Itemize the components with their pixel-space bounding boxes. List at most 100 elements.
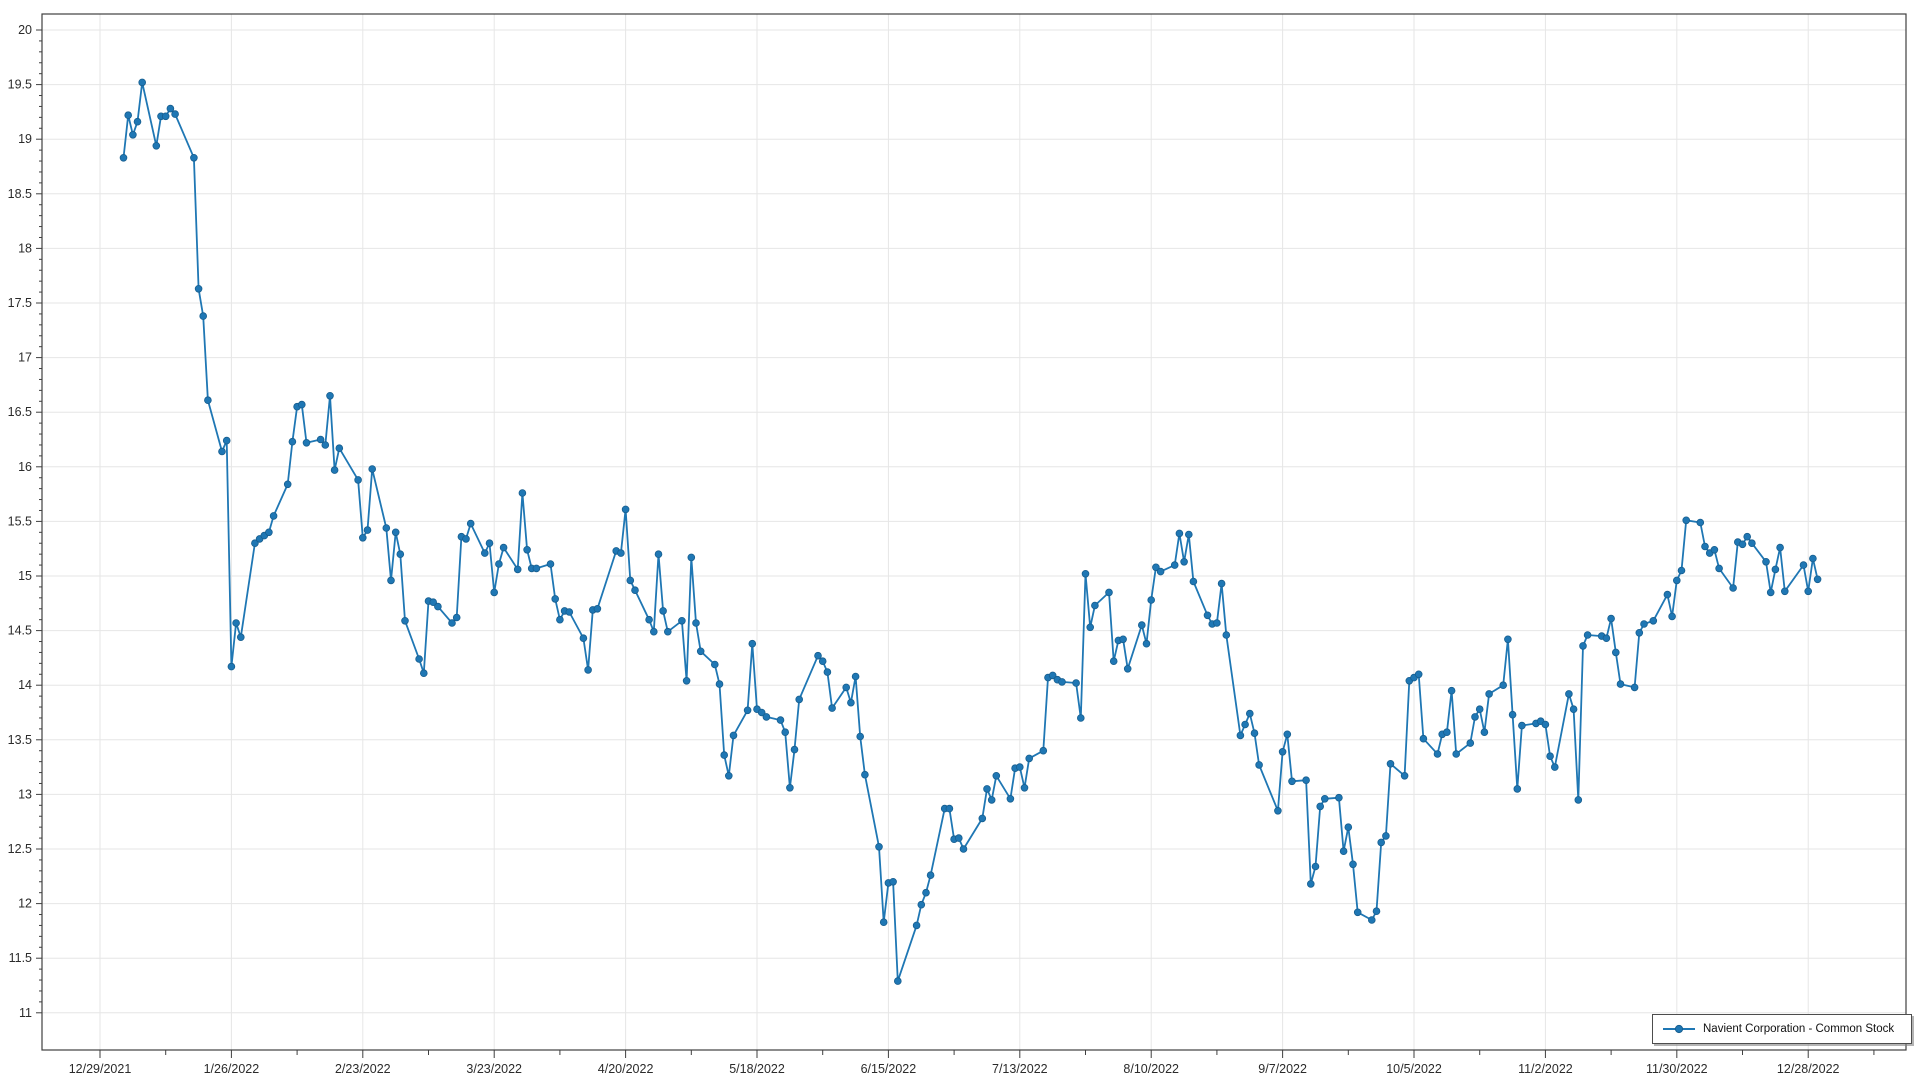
data-point-marker bbox=[162, 113, 169, 120]
data-point-marker bbox=[1683, 517, 1690, 524]
x-tick-label: 12/28/2022 bbox=[1777, 1062, 1840, 1076]
data-point-marker bbox=[923, 889, 930, 896]
data-point-marker bbox=[1401, 772, 1408, 779]
data-point-marker bbox=[1312, 863, 1319, 870]
data-point-marker bbox=[1434, 751, 1441, 758]
x-tick-label: 7/13/2022 bbox=[992, 1062, 1048, 1076]
y-tick-label: 15 bbox=[18, 569, 32, 583]
data-point-marker bbox=[496, 561, 503, 568]
data-point-marker bbox=[796, 696, 803, 703]
data-point-marker bbox=[1763, 558, 1770, 565]
y-tick-label: 19 bbox=[18, 132, 32, 146]
data-point-marker bbox=[1383, 833, 1390, 840]
data-point-marker bbox=[824, 669, 831, 676]
data-point-marker bbox=[791, 746, 798, 753]
data-point-marker bbox=[205, 397, 212, 404]
data-point-marker bbox=[1805, 588, 1812, 595]
data-point-marker bbox=[1190, 578, 1197, 585]
data-point-marker bbox=[1218, 580, 1225, 587]
data-point-marker bbox=[1021, 784, 1028, 791]
data-point-marker bbox=[397, 551, 404, 558]
data-point-marker bbox=[1242, 721, 1249, 728]
data-point-marker bbox=[1739, 541, 1746, 548]
y-tick-label: 16.5 bbox=[8, 405, 32, 419]
data-point-marker bbox=[134, 118, 141, 125]
data-point-marker bbox=[369, 466, 376, 473]
data-point-marker bbox=[787, 784, 794, 791]
data-point-marker bbox=[237, 634, 244, 641]
data-point-marker bbox=[1612, 649, 1619, 656]
data-point-marker bbox=[153, 142, 160, 149]
data-point-marker bbox=[317, 436, 324, 443]
data-point-marker bbox=[392, 529, 399, 536]
data-point-marker bbox=[1148, 597, 1155, 604]
data-point-marker bbox=[843, 684, 850, 691]
data-point-marker bbox=[200, 313, 207, 320]
data-point-marker bbox=[815, 652, 822, 659]
data-point-marker bbox=[1275, 807, 1282, 814]
data-point-marker bbox=[1486, 691, 1493, 698]
data-point-marker bbox=[120, 154, 127, 161]
data-point-marker bbox=[1124, 665, 1131, 672]
y-tick-label: 19.5 bbox=[8, 78, 32, 92]
data-point-marker bbox=[876, 843, 883, 850]
y-tick-label: 12.5 bbox=[8, 842, 32, 856]
data-point-marker bbox=[988, 797, 995, 804]
data-point-marker bbox=[848, 699, 855, 706]
x-tick-label: 5/18/2022 bbox=[729, 1062, 785, 1076]
data-point-marker bbox=[1711, 546, 1718, 553]
data-point-marker bbox=[449, 620, 456, 627]
data-point-marker bbox=[402, 617, 409, 624]
x-tick-label: 3/23/2022 bbox=[466, 1062, 522, 1076]
data-point-marker bbox=[1303, 777, 1310, 784]
data-point-marker bbox=[1073, 680, 1080, 687]
data-point-marker bbox=[594, 605, 601, 612]
data-point-marker bbox=[880, 919, 887, 926]
data-point-marker bbox=[1453, 751, 1460, 758]
data-point-marker bbox=[1650, 617, 1657, 624]
data-point-marker bbox=[1181, 558, 1188, 565]
data-point-marker bbox=[697, 648, 704, 655]
x-tick-label: 11/30/2022 bbox=[1646, 1062, 1708, 1076]
data-point-marker bbox=[1505, 636, 1512, 643]
data-point-marker bbox=[1223, 632, 1230, 639]
data-point-marker bbox=[336, 445, 343, 452]
data-point-marker bbox=[1580, 643, 1587, 650]
data-point-marker bbox=[1415, 671, 1422, 678]
data-point-marker bbox=[1500, 682, 1507, 689]
data-point-marker bbox=[744, 707, 751, 714]
data-point-marker bbox=[1336, 794, 1343, 801]
data-point-marker bbox=[979, 815, 986, 822]
data-point-marker bbox=[1617, 681, 1624, 688]
data-point-marker bbox=[270, 513, 277, 520]
data-point-marker bbox=[716, 681, 723, 688]
data-point-marker bbox=[1781, 588, 1788, 595]
data-point-marker bbox=[1448, 687, 1455, 694]
plot-border bbox=[42, 14, 1906, 1050]
legend-item[interactable]: Navient Corporation - Common Stock bbox=[1652, 1014, 1912, 1044]
data-point-marker bbox=[1171, 562, 1178, 569]
data-point-marker bbox=[467, 520, 474, 527]
data-point-marker bbox=[1284, 731, 1291, 738]
data-point-marker bbox=[1157, 568, 1164, 575]
data-point-marker bbox=[1767, 589, 1774, 596]
data-point-marker bbox=[1608, 615, 1615, 622]
data-point-marker bbox=[383, 525, 390, 532]
data-point-marker bbox=[1110, 658, 1117, 665]
data-point-marker bbox=[1251, 730, 1258, 737]
data-point-marker bbox=[1106, 589, 1113, 596]
data-point-marker bbox=[388, 577, 395, 584]
data-point-marker bbox=[1143, 640, 1150, 647]
y-tick-label: 17 bbox=[18, 351, 32, 365]
data-point-marker bbox=[1542, 721, 1549, 728]
y-tick-label: 13 bbox=[18, 787, 32, 801]
data-point-marker bbox=[655, 551, 662, 558]
data-point-marker bbox=[1810, 555, 1817, 562]
data-point-marker bbox=[1176, 530, 1183, 537]
data-point-marker bbox=[777, 717, 784, 724]
data-point-marker bbox=[721, 752, 728, 759]
data-point-marker bbox=[1204, 612, 1211, 619]
data-point-marker bbox=[233, 620, 240, 627]
data-point-marker bbox=[219, 448, 226, 455]
data-point-marker bbox=[172, 111, 179, 118]
